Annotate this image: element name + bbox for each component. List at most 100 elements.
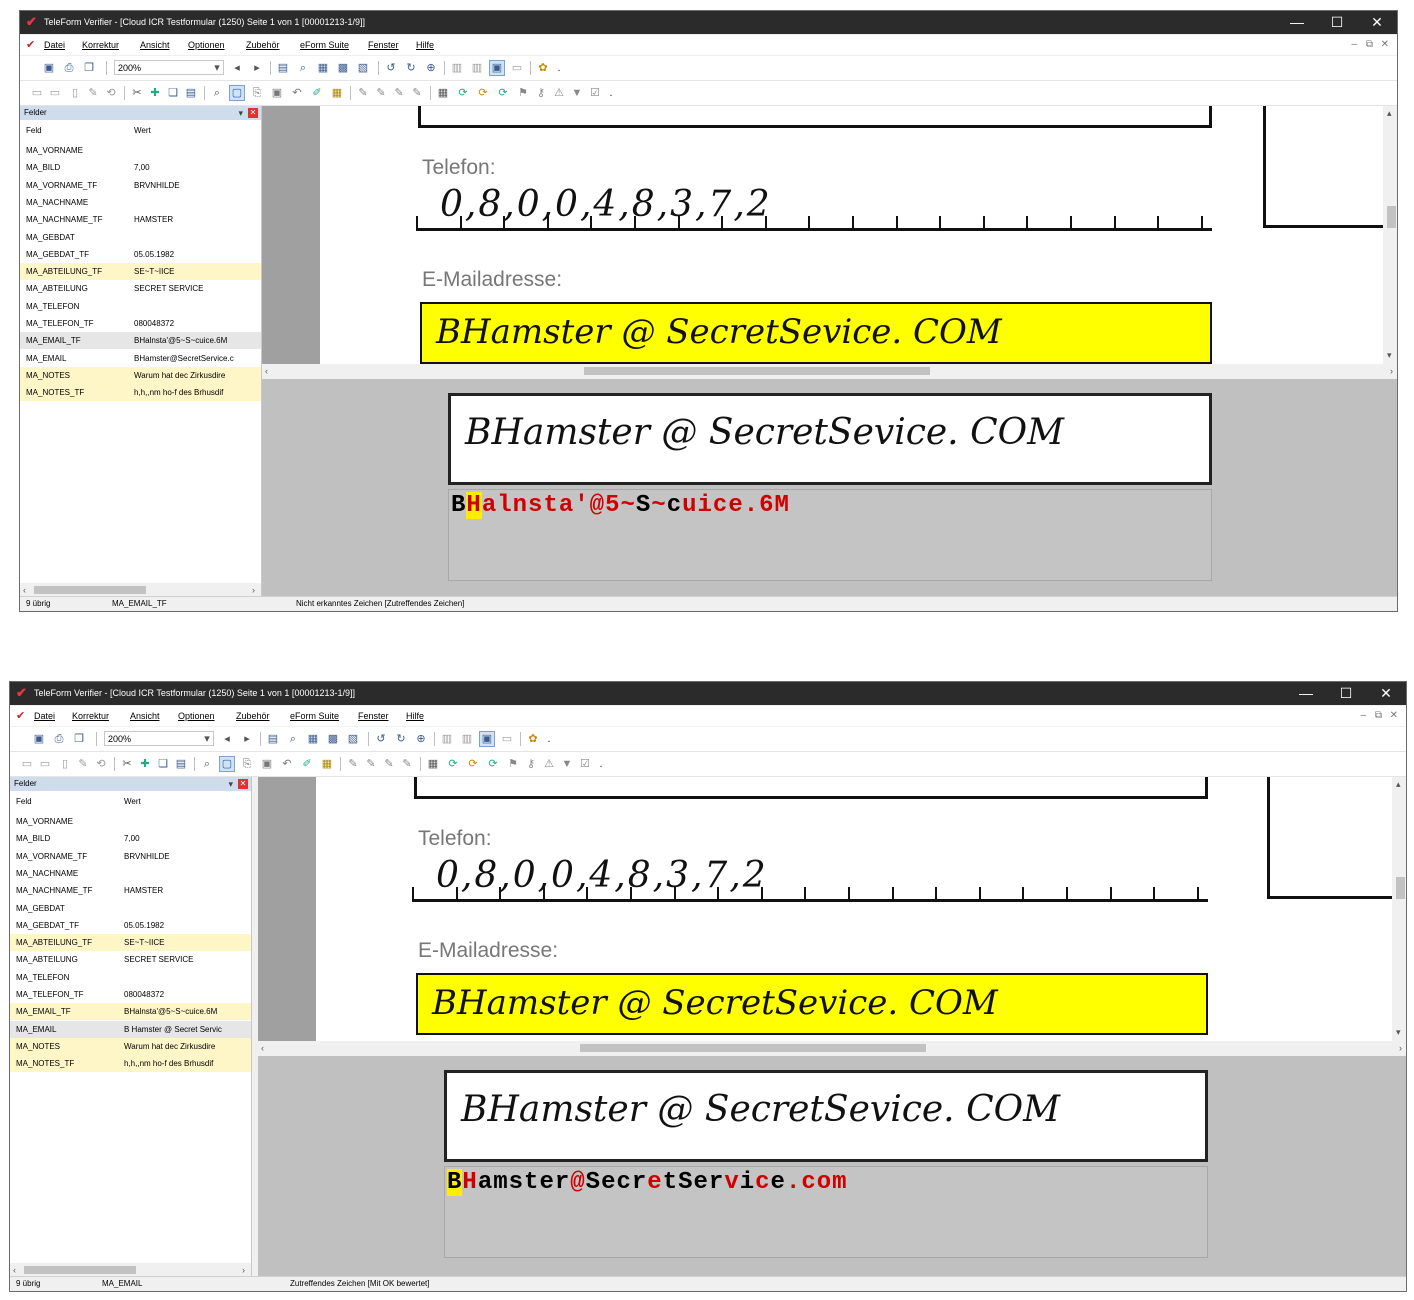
check-icon[interactable]: ☑ (578, 757, 592, 771)
view-image-icon[interactable]: ▣ (489, 60, 505, 76)
zoom-select[interactable]: 200% (114, 60, 224, 75)
menu-optionen[interactable]: Optionen (178, 706, 215, 726)
search-icon[interactable]: ⌕ (210, 86, 224, 100)
page-prev-icon[interactable]: ▥ (440, 732, 454, 746)
view-form-icon[interactable]: ▭ (500, 732, 514, 746)
scroll-down-icon[interactable]: ▾ (1396, 1025, 1401, 1039)
arrow-left-icon[interactable]: ◂ (220, 732, 234, 746)
chevron-down-icon[interactable]: ▾ (200, 732, 214, 746)
field-row[interactable]: MA_GEBDAT (20, 229, 261, 246)
rotate-right-icon[interactable]: ↻ (404, 61, 418, 75)
check-icon[interactable]: ☑ (588, 86, 602, 100)
scroll-up-icon[interactable]: ▴ (1387, 106, 1392, 120)
arrow-right-icon[interactable]: ▸ (240, 732, 254, 746)
save-field-icon[interactable]: ▣ (260, 757, 274, 771)
draw3-icon[interactable]: ✎ (382, 757, 396, 771)
field-row[interactable]: MA_BILD 7,00 (10, 830, 251, 847)
menu-optionen[interactable]: Optionen (188, 35, 225, 55)
scroll-down-icon[interactable]: ▾ (1387, 348, 1392, 362)
cut-icon[interactable]: ✂ (130, 86, 144, 100)
scroll-thumb[interactable] (34, 586, 146, 594)
field-row[interactable]: MA_ABTEILUNG_TF SE~T~IICE (10, 934, 251, 952)
draw2-icon[interactable]: ✎ (374, 86, 388, 100)
email-field-highlighted[interactable]: BHamster @ SecretSevice. COM (420, 302, 1212, 364)
clipboard-icon[interactable]: ▦ (330, 86, 344, 100)
field-row[interactable]: MA_NACHNAME (10, 865, 251, 882)
draw2-icon[interactable]: ✎ (364, 757, 378, 771)
undo-icon[interactable]: ↶ (280, 757, 294, 771)
ocr-result-text[interactable]: BHalnsta'@5~S~cuice.6M (451, 492, 790, 519)
menu-eform-suite[interactable]: eForm Suite (290, 706, 339, 726)
link-icon[interactable]: ⟲ (94, 757, 108, 771)
search-icon[interactable]: ⌕ (200, 757, 214, 771)
pen-icon[interactable]: ✎ (86, 86, 100, 100)
view-form-icon[interactable]: ▭ (510, 61, 524, 75)
zoom-icon[interactable]: ⊕ (424, 61, 438, 75)
tools-icon[interactable]: ✿ (526, 732, 540, 746)
zoom-icon[interactable]: ⊕ (414, 732, 428, 746)
form-icon[interactable]: ▤ (276, 61, 290, 75)
cut-icon[interactable]: ✂ (120, 757, 134, 771)
field-row[interactable]: MA_EMAIL_TF BHalnsta'@5~S~cuice.6M (10, 1003, 251, 1021)
column-header-field[interactable]: Feld (16, 797, 32, 806)
field-row[interactable]: MA_GEBDAT_TF 05.05.1982 (10, 917, 251, 934)
arrow-left-icon[interactable]: ◂ (230, 61, 244, 75)
menu-ansicht[interactable]: Ansicht (140, 35, 170, 55)
scroll-thumb[interactable] (1396, 877, 1405, 899)
close-button[interactable]: ✕ (1366, 682, 1406, 705)
field-row[interactable]: MA_ABTEILUNG_TF SE~T~IICE (20, 263, 261, 281)
menu-eform-suite[interactable]: eForm Suite (300, 35, 349, 55)
menu-korrektur[interactable]: Korrektur (72, 706, 109, 726)
copy-icon[interactable]: ❐ (82, 61, 96, 75)
column-header-value[interactable]: Wert (134, 126, 151, 135)
menu-zubehoer[interactable]: Zubehör (246, 35, 280, 55)
field-row[interactable]: MA_NOTES Warum hat dec Zirkusdire (20, 366, 261, 384)
filter-icon[interactable]: ▼ (570, 86, 584, 100)
print-icon[interactable]: ⎙ (62, 61, 76, 75)
export-icon[interactable]: ⎘ (240, 757, 254, 771)
viewer-hscrollbar[interactable]: ‹ › (258, 1041, 1406, 1055)
paste-icon[interactable]: ▤ (174, 757, 188, 771)
scroll-thumb[interactable] (1387, 206, 1396, 228)
grid-icon[interactable]: ▩ (336, 61, 350, 75)
scroll-left-icon[interactable]: ‹ (265, 364, 268, 378)
doc-edit-icon[interactable]: ▭ (48, 86, 62, 100)
copy-field-icon[interactable]: ❏ (166, 86, 180, 100)
field-row[interactable]: MA_EMAIL_TF BHalnsta'@5~S~cuice.6M (20, 332, 261, 350)
field-row[interactable]: MA_NACHNAME_TF HAMSTER (20, 211, 261, 228)
mdi-restore-icon[interactable]: ⧉ (1375, 706, 1382, 726)
save-icon[interactable]: ▣ (42, 61, 56, 75)
zoom-select[interactable]: 200% (104, 731, 214, 746)
image-icon[interactable]: ▦ (306, 732, 320, 746)
viewer-hscrollbar[interactable]: ‹ › (262, 364, 1397, 378)
field-row[interactable]: MA_NACHNAME_TF HAMSTER (10, 882, 251, 899)
key-icon[interactable]: ⚷ (524, 757, 538, 771)
table-icon[interactable]: ▦ (426, 757, 440, 771)
scroll-thumb[interactable] (580, 1044, 926, 1052)
flag-icon[interactable]: ⚑ (506, 757, 520, 771)
scroll-thumb[interactable] (24, 1266, 136, 1274)
scroll-right-icon[interactable]: › (252, 583, 255, 597)
export-icon[interactable]: ⎘ (250, 86, 264, 100)
sync-icon[interactable]: ⟳ (476, 86, 490, 100)
field-row[interactable]: MA_NOTES Warum hat dec Zirkusdire (10, 1037, 251, 1055)
more-icon[interactable]: . (594, 757, 608, 771)
blank-icon[interactable]: ▯ (58, 757, 72, 771)
table-icon[interactable]: ▦ (436, 86, 450, 100)
clipboard-icon[interactable]: ▦ (320, 757, 334, 771)
menu-fenster[interactable]: Fenster (368, 35, 399, 55)
scroll-thumb[interactable] (584, 367, 930, 375)
field-row[interactable]: MA_VORNAME (20, 142, 261, 159)
flag-icon[interactable]: ⚑ (516, 86, 530, 100)
page-next-icon[interactable]: ▥ (470, 61, 484, 75)
column-header-field[interactable]: Feld (26, 126, 42, 135)
add-icon[interactable]: ✚ (148, 86, 162, 100)
field-row[interactable]: MA_BILD 7,00 (20, 159, 261, 176)
menu-datei[interactable]: Datei (34, 706, 55, 726)
field-row[interactable]: MA_TELEFON_TF 080048372 (20, 315, 261, 332)
form-image[interactable]: Telefon: 0,8,0,0,4,8,3,7,2 E-Mailadresse… (316, 777, 1392, 1041)
field-row[interactable]: MA_EMAIL BHamster@SecretService.c (20, 350, 261, 367)
field-row[interactable]: MA_VORNAME_TF BRVNHILDE (20, 177, 261, 194)
field-row[interactable]: MA_EMAIL B Hamster @ Secret Servic (10, 1020, 251, 1038)
menu-fenster[interactable]: Fenster (358, 706, 389, 726)
